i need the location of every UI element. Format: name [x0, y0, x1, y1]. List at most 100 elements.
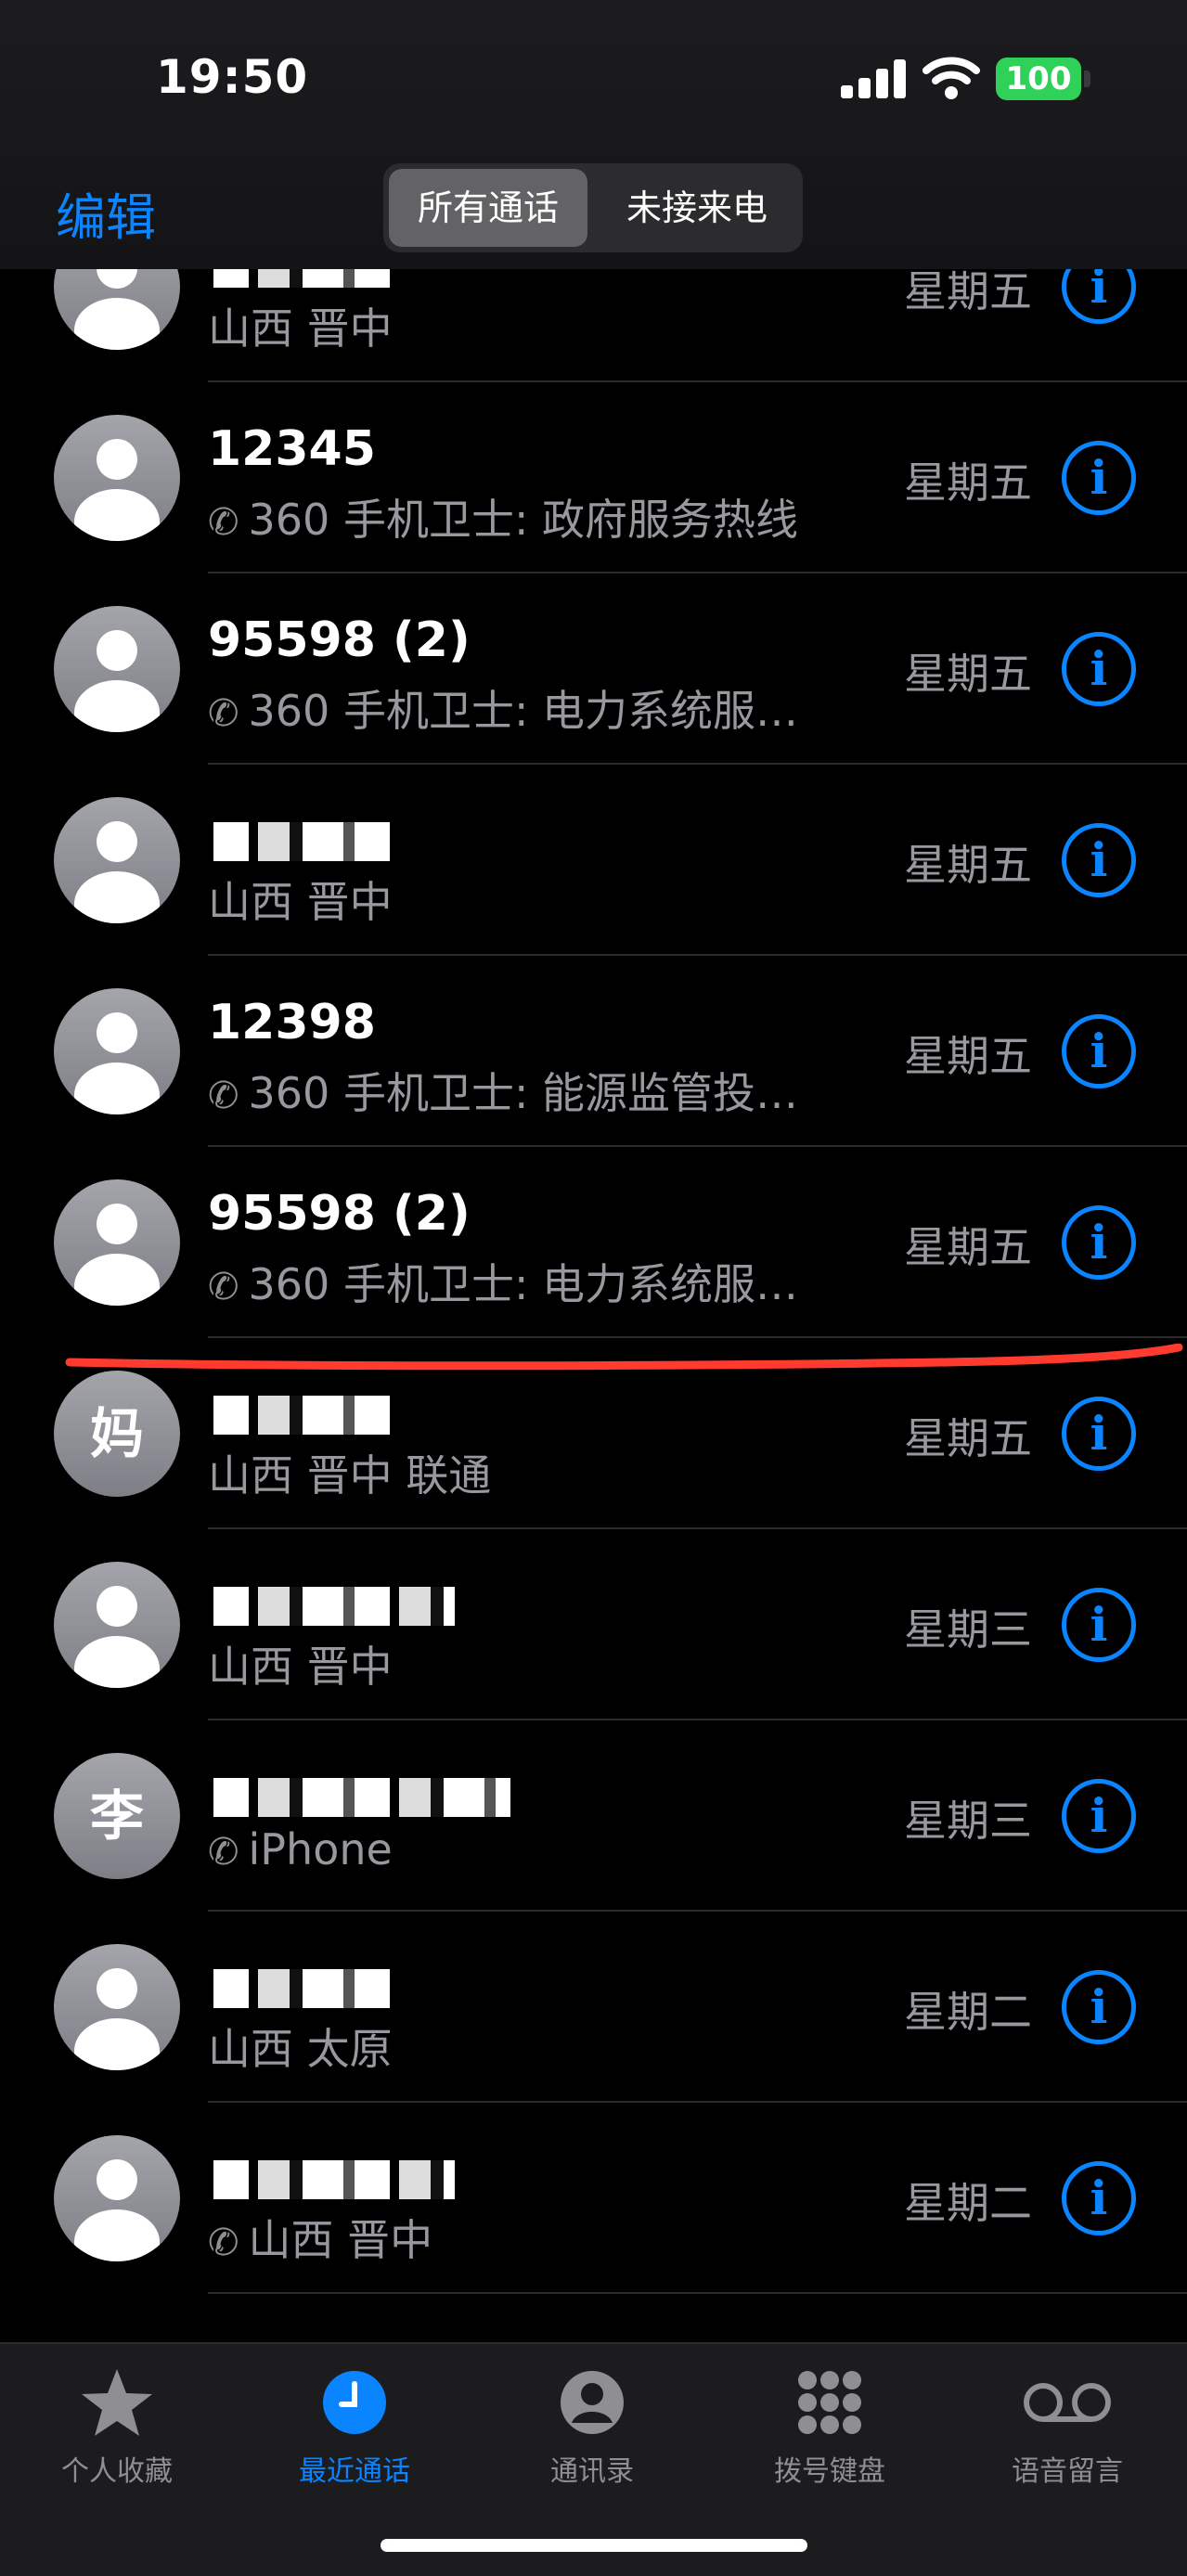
keypad-dot [798, 2393, 817, 2412]
info-icon[interactable]: i [1062, 2161, 1136, 2235]
segment-missed-calls[interactable]: 未接来电 [597, 169, 797, 247]
redacted-name [213, 1969, 399, 2008]
call-row[interactable]: 95598 (2) ✆ 360 手机卫士: 电力系统服… 星期五 i [0, 573, 1187, 765]
info-icon[interactable]: i [1062, 1588, 1136, 1662]
call-day: 星期五 [904, 457, 1032, 508]
info-icon[interactable]: i [1062, 1779, 1136, 1853]
redacted-name [213, 1778, 510, 1817]
segment-all-calls[interactable]: 所有通话 [389, 169, 587, 247]
info-icon[interactable]: i [1062, 1970, 1136, 2044]
keypad-dot [843, 2371, 861, 2389]
info-icon[interactable]: i [1062, 1014, 1136, 1088]
battery-tip [1084, 71, 1090, 87]
tab-favorites[interactable]: 个人收藏 [24, 2363, 210, 2489]
contact-avatar [54, 415, 180, 541]
call-row[interactable]: 山西 晋中 星期五 i [0, 765, 1187, 956]
edit-button[interactable]: 编辑 [56, 176, 156, 250]
keypad-dot [820, 2393, 839, 2412]
info-icon[interactable]: i [1062, 632, 1136, 706]
tab-keypad[interactable]: 拨号键盘 [737, 2363, 923, 2489]
tab-contacts[interactable]: 通讯录 [499, 2363, 685, 2489]
caller-name: 12345 [208, 421, 376, 477]
tab-label: 拨号键盘 [774, 2455, 885, 2488]
tab-label: 个人收藏 [61, 2455, 173, 2488]
home-indicator[interactable] [381, 2539, 807, 2552]
caller-detail: ✆ 360 手机卫士: 政府服务热线 [208, 486, 798, 547]
keypad-dot [798, 2371, 817, 2389]
call-row[interactable]: 山西 太原 星期二 i [0, 1912, 1187, 2103]
caller-name: 12398 [208, 995, 376, 1050]
caller-detail: ✆ 360 手机卫士: 电力系统服… [208, 1251, 798, 1312]
call-row[interactable]: ✆ 山西 晋中 星期二 i [0, 2103, 1187, 2294]
phone-outgoing-icon: ✆ [208, 2222, 239, 2264]
status-time: 19:50 [156, 50, 309, 104]
caller-detail: ✆ 山西 晋中 [208, 2207, 432, 2268]
call-day: 星期五 [904, 1031, 1032, 1081]
call-filter-segment: 所有通话 未接来电 [383, 163, 803, 252]
avatar-initial: 李 [89, 1784, 144, 1848]
call-day: 星期三 [904, 1604, 1032, 1655]
caller-detail-text: 360 手机卫士: 电力系统服… [248, 1259, 799, 1309]
redacted-name [213, 822, 399, 861]
caller-detail-text: 360 手机卫士: 电力系统服… [248, 686, 799, 736]
clock-icon [323, 2371, 386, 2434]
call-day: 星期二 [904, 2178, 1032, 2228]
row-separator [208, 2292, 1187, 2294]
phone-outgoing-icon: ✆ [208, 1075, 239, 1117]
keypad-icon [798, 2371, 861, 2434]
call-day: 星期五 [904, 649, 1032, 699]
caller-detail-text: 山西 晋中 联通 [208, 1450, 492, 1501]
caller-detail-text: iPhone [248, 1824, 393, 1874]
phone-outgoing-icon: ✆ [208, 501, 239, 544]
caller-detail-text: 山西 晋中 [208, 303, 393, 354]
caller-detail-text: 山西 晋中 [248, 2215, 433, 2265]
contact-avatar [54, 1562, 180, 1688]
caller-detail-text: 360 手机卫士: 能源监管投… [248, 1068, 799, 1118]
contact-avatar [54, 606, 180, 732]
caller-detail: 山西 太原 [208, 2016, 393, 2077]
info-icon[interactable]: i [1062, 441, 1136, 515]
contact-avatar [54, 988, 180, 1114]
tab-voicemail[interactable]: 语音留言 [974, 2363, 1160, 2489]
keypad-dot [820, 2415, 839, 2434]
caller-detail: 山西 晋中 [208, 1633, 393, 1694]
call-row[interactable]: 12345 ✆ 360 手机卫士: 政府服务热线 星期五 i [0, 382, 1187, 573]
info-icon[interactable]: i [1062, 823, 1136, 897]
tab-recents[interactable]: 最近通话 [262, 2363, 447, 2489]
caller-detail-text: 山西 晋中 [208, 877, 393, 927]
battery-indicator: 100 [996, 58, 1081, 100]
tab-label: 语音留言 [1012, 2455, 1123, 2488]
phone-outgoing-icon: ✆ [208, 1831, 239, 1874]
caller-detail: ✆ 360 手机卫士: 电力系统服… [208, 677, 798, 739]
phone-outgoing-icon: ✆ [208, 1266, 239, 1308]
tab-label: 通讯录 [550, 2455, 634, 2488]
contact-avatar: 李 [54, 1753, 180, 1879]
keypad-dot [843, 2415, 861, 2434]
call-day: 星期五 [904, 1413, 1032, 1463]
call-row[interactable]: 12398 ✆ 360 手机卫士: 能源监管投… 星期五 i [0, 956, 1187, 1147]
contact-avatar [54, 2135, 180, 2261]
call-row[interactable]: 95598 (2) ✆ 360 手机卫士: 电力系统服… 星期五 i [0, 1147, 1187, 1338]
redacted-name [213, 2160, 455, 2199]
caller-detail: 山西 晋中 联通 [208, 1442, 491, 1503]
cellular-signal-icon [841, 58, 908, 98]
caller-detail: ✆ iPhone [208, 1824, 393, 1874]
avatar-initial: 妈 [89, 1402, 144, 1465]
red-annotation-line [65, 1344, 1183, 1371]
caller-detail: 山西 晋中 [208, 869, 393, 930]
info-icon[interactable]: i [1062, 1397, 1136, 1471]
contact-avatar: 妈 [54, 1371, 180, 1497]
caller-detail-text: 山西 晋中 [208, 1642, 393, 1692]
info-icon[interactable]: i [1062, 1205, 1136, 1280]
call-day: 星期二 [904, 1987, 1032, 2037]
call-row[interactable]: 山西 晋中 星期三 i [0, 1529, 1187, 1720]
caller-detail-text: 360 手机卫士: 政府服务热线 [248, 495, 799, 545]
keypad-dot [798, 2415, 817, 2434]
redacted-name [213, 1587, 455, 1626]
star-icon [82, 2369, 152, 2436]
call-row[interactable]: 李 ✆ iPhone 星期三 i [0, 1720, 1187, 1912]
contact-avatar [54, 1944, 180, 2070]
keypad-dot [843, 2393, 861, 2412]
caller-detail-text: 山西 太原 [208, 2024, 393, 2074]
voicemail-icon [1024, 2383, 1111, 2422]
